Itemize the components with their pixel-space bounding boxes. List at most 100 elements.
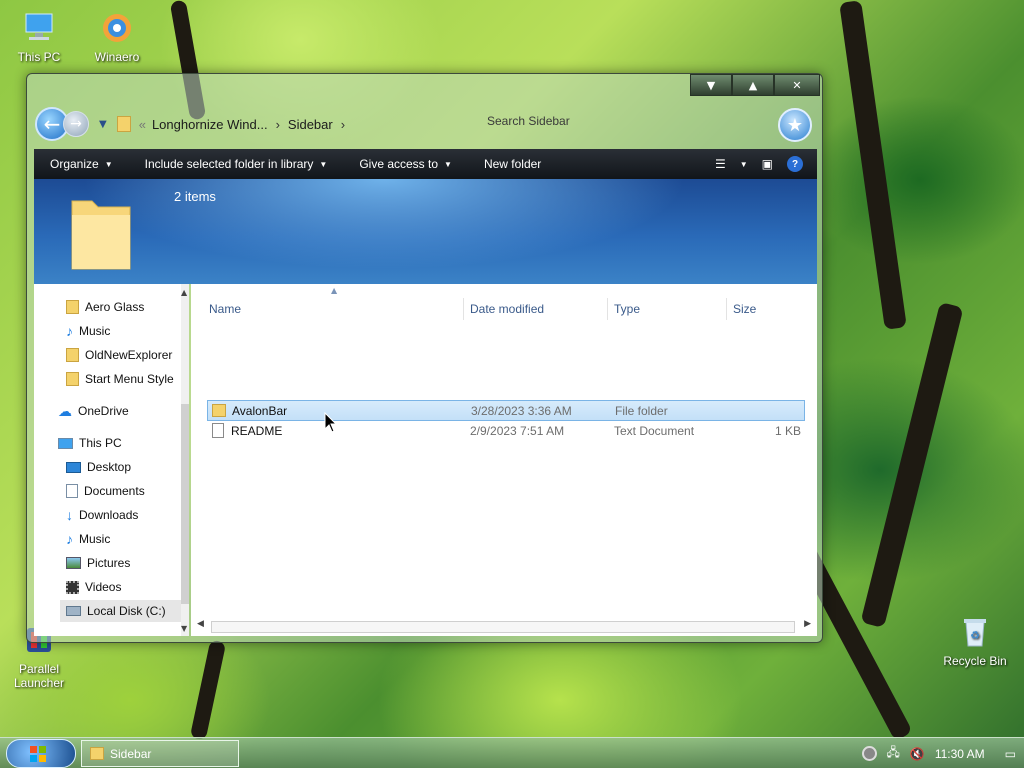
nav-label: Music: [79, 532, 111, 546]
sort-ascending-icon: ▲: [331, 286, 338, 295]
nav-label: Pictures: [87, 556, 131, 570]
desktop-icon-winaero[interactable]: Winaero: [82, 10, 152, 64]
search-icon: ★: [786, 114, 804, 136]
nav-item-oldnewexplorer[interactable]: OldNewExplorer: [66, 344, 172, 366]
item-count: 2 items: [174, 189, 216, 204]
column-divider[interactable]: [726, 298, 727, 320]
text-document-icon: [212, 423, 224, 438]
desktop-icon-label: Parallel Launcher: [13, 662, 65, 690]
minimize-button[interactable]: ▼: [690, 74, 732, 96]
volume-muted-icon[interactable]: 🔇: [910, 747, 925, 761]
close-button[interactable]: ✕: [774, 74, 820, 96]
scroll-down-icon[interactable]: ▼: [181, 624, 187, 633]
search-input[interactable]: Search Sidebar: [487, 114, 570, 128]
nav-item-this-pc[interactable]: This PC: [58, 432, 122, 454]
taskbar: Sidebar 🖧 🔇 11:30 AM ▭: [0, 737, 1024, 768]
system-tray: 🖧 🔇 11:30 AM ▭: [861, 741, 1016, 766]
organize-button[interactable]: Organize ▼: [34, 157, 129, 171]
include-in-library-button[interactable]: Include selected folder in library ▼: [129, 157, 344, 171]
scroll-up-icon[interactable]: ▲: [181, 288, 187, 297]
nav-item-onedrive[interactable]: ☁ OneDrive: [58, 400, 129, 422]
nav-item-downloads[interactable]: ↓ Downloads: [66, 504, 138, 526]
music-note-icon: ♪: [66, 531, 73, 547]
new-folder-button[interactable]: New folder: [468, 157, 557, 171]
notifications-icon[interactable]: ▭: [1005, 747, 1016, 761]
back-arrow-icon: ←: [43, 112, 61, 136]
column-divider[interactable]: [463, 298, 464, 320]
breadcrumb-item[interactable]: Sidebar: [288, 117, 333, 132]
document-icon: [66, 484, 78, 498]
wallpaper-branch: [860, 301, 964, 629]
scrollbar-track[interactable]: [211, 621, 795, 633]
give-access-button[interactable]: Give access to ▼: [343, 157, 468, 171]
file-row-avalonbar[interactable]: AvalonBar 3/28/2023 3:36 AM File folder: [207, 400, 805, 421]
breadcrumb-item[interactable]: Longhornize Wind...: [152, 117, 268, 132]
caption-buttons: ▼ ▲ ✕: [690, 74, 820, 96]
navigation-scrollbar[interactable]: ▲ ▼: [181, 284, 189, 636]
column-header-name[interactable]: Name: [209, 302, 241, 316]
pictures-icon: [66, 557, 81, 569]
nav-item-documents[interactable]: Documents: [66, 480, 145, 502]
breadcrumb-separator-icon[interactable]: ›: [276, 117, 280, 132]
chevron-down-icon[interactable]: ▼: [740, 160, 748, 169]
taskbar-button-label: Sidebar: [110, 746, 152, 761]
preview-pane-icon[interactable]: ▣: [762, 157, 773, 171]
start-button[interactable]: [6, 739, 76, 768]
nav-item-aero-glass[interactable]: Aero Glass: [66, 296, 144, 318]
taskbar-button-sidebar[interactable]: Sidebar: [81, 740, 239, 767]
nav-label: Downloads: [79, 508, 139, 522]
file-row-readme[interactable]: README 2/9/2023 7:51 AM Text Document 1 …: [207, 421, 805, 442]
change-view-icon[interactable]: ☰: [715, 157, 726, 171]
file-name: README: [231, 424, 283, 438]
nav-label: Documents: [84, 484, 145, 498]
drive-icon: [66, 606, 81, 616]
folder-icon: [66, 300, 79, 314]
scrollbar-thumb[interactable]: [181, 404, 189, 604]
desktop-icon-this-pc[interactable]: This PC: [4, 10, 74, 64]
nav-item-videos[interactable]: Videos: [66, 576, 121, 598]
desktop-icon-label: This PC: [17, 50, 61, 64]
nav-label: Videos: [85, 580, 122, 594]
nav-item-desktop[interactable]: Desktop: [66, 456, 131, 478]
breadcrumb-separator-icon[interactable]: ›: [341, 117, 345, 132]
nav-label: Music: [79, 324, 111, 338]
nav-item-music[interactable]: ♪ Music: [66, 528, 110, 550]
cloud-icon: ☁: [58, 402, 72, 419]
scroll-right-icon[interactable]: ▶: [804, 619, 811, 629]
recent-locations-button[interactable]: ▼: [99, 119, 107, 130]
nav-item-music-quick[interactable]: ♪ Music: [66, 320, 110, 342]
file-name: AvalonBar: [232, 404, 288, 418]
nav-label: Desktop: [87, 460, 132, 474]
network-icon[interactable]: 🖧: [887, 743, 900, 764]
folder-icon: [90, 747, 104, 760]
column-header-size[interactable]: Size: [733, 302, 756, 316]
file-size: 1 KB: [774, 424, 801, 438]
maximize-button[interactable]: ▲: [732, 74, 774, 96]
nav-item-local-disk[interactable]: Local Disk (C:): [60, 600, 181, 622]
nav-item-pictures[interactable]: Pictures: [66, 552, 130, 574]
desktop-icon-recycle-bin[interactable]: ♻ Recycle Bin: [940, 614, 1010, 668]
file-type: Text Document: [614, 424, 695, 438]
search-button[interactable]: ★: [778, 108, 812, 142]
include-label: Include selected folder in library: [144, 157, 314, 171]
column-divider[interactable]: [607, 298, 608, 320]
address-bar: ← → ▼ « Longhornize Wind... › Sidebar › …: [35, 104, 814, 144]
help-icon[interactable]: ?: [787, 156, 803, 172]
folder-icon: [116, 116, 131, 132]
scroll-left-icon[interactable]: ◀: [197, 619, 204, 629]
column-header-date-modified[interactable]: Date modified: [470, 302, 544, 316]
horizontal-scrollbar[interactable]: ◀ ▶: [191, 614, 817, 636]
breadcrumb[interactable]: « Longhornize Wind... › Sidebar ›: [116, 116, 353, 132]
clock[interactable]: 11:30 AM: [935, 747, 985, 761]
computer-icon: [58, 437, 73, 449]
large-folder-icon: [71, 200, 131, 270]
mouse-cursor-icon: [324, 412, 338, 433]
forward-button[interactable]: →: [63, 111, 89, 137]
nav-item-start-menu-style[interactable]: Start Menu Style: [66, 368, 174, 390]
column-header-type[interactable]: Type: [614, 302, 640, 316]
download-icon: ↓: [66, 507, 73, 523]
tray-app-icon[interactable]: [861, 746, 877, 761]
file-type: File folder: [615, 404, 668, 418]
music-note-icon: ♪: [66, 323, 73, 339]
overflow-chevron-icon[interactable]: «: [139, 117, 146, 132]
